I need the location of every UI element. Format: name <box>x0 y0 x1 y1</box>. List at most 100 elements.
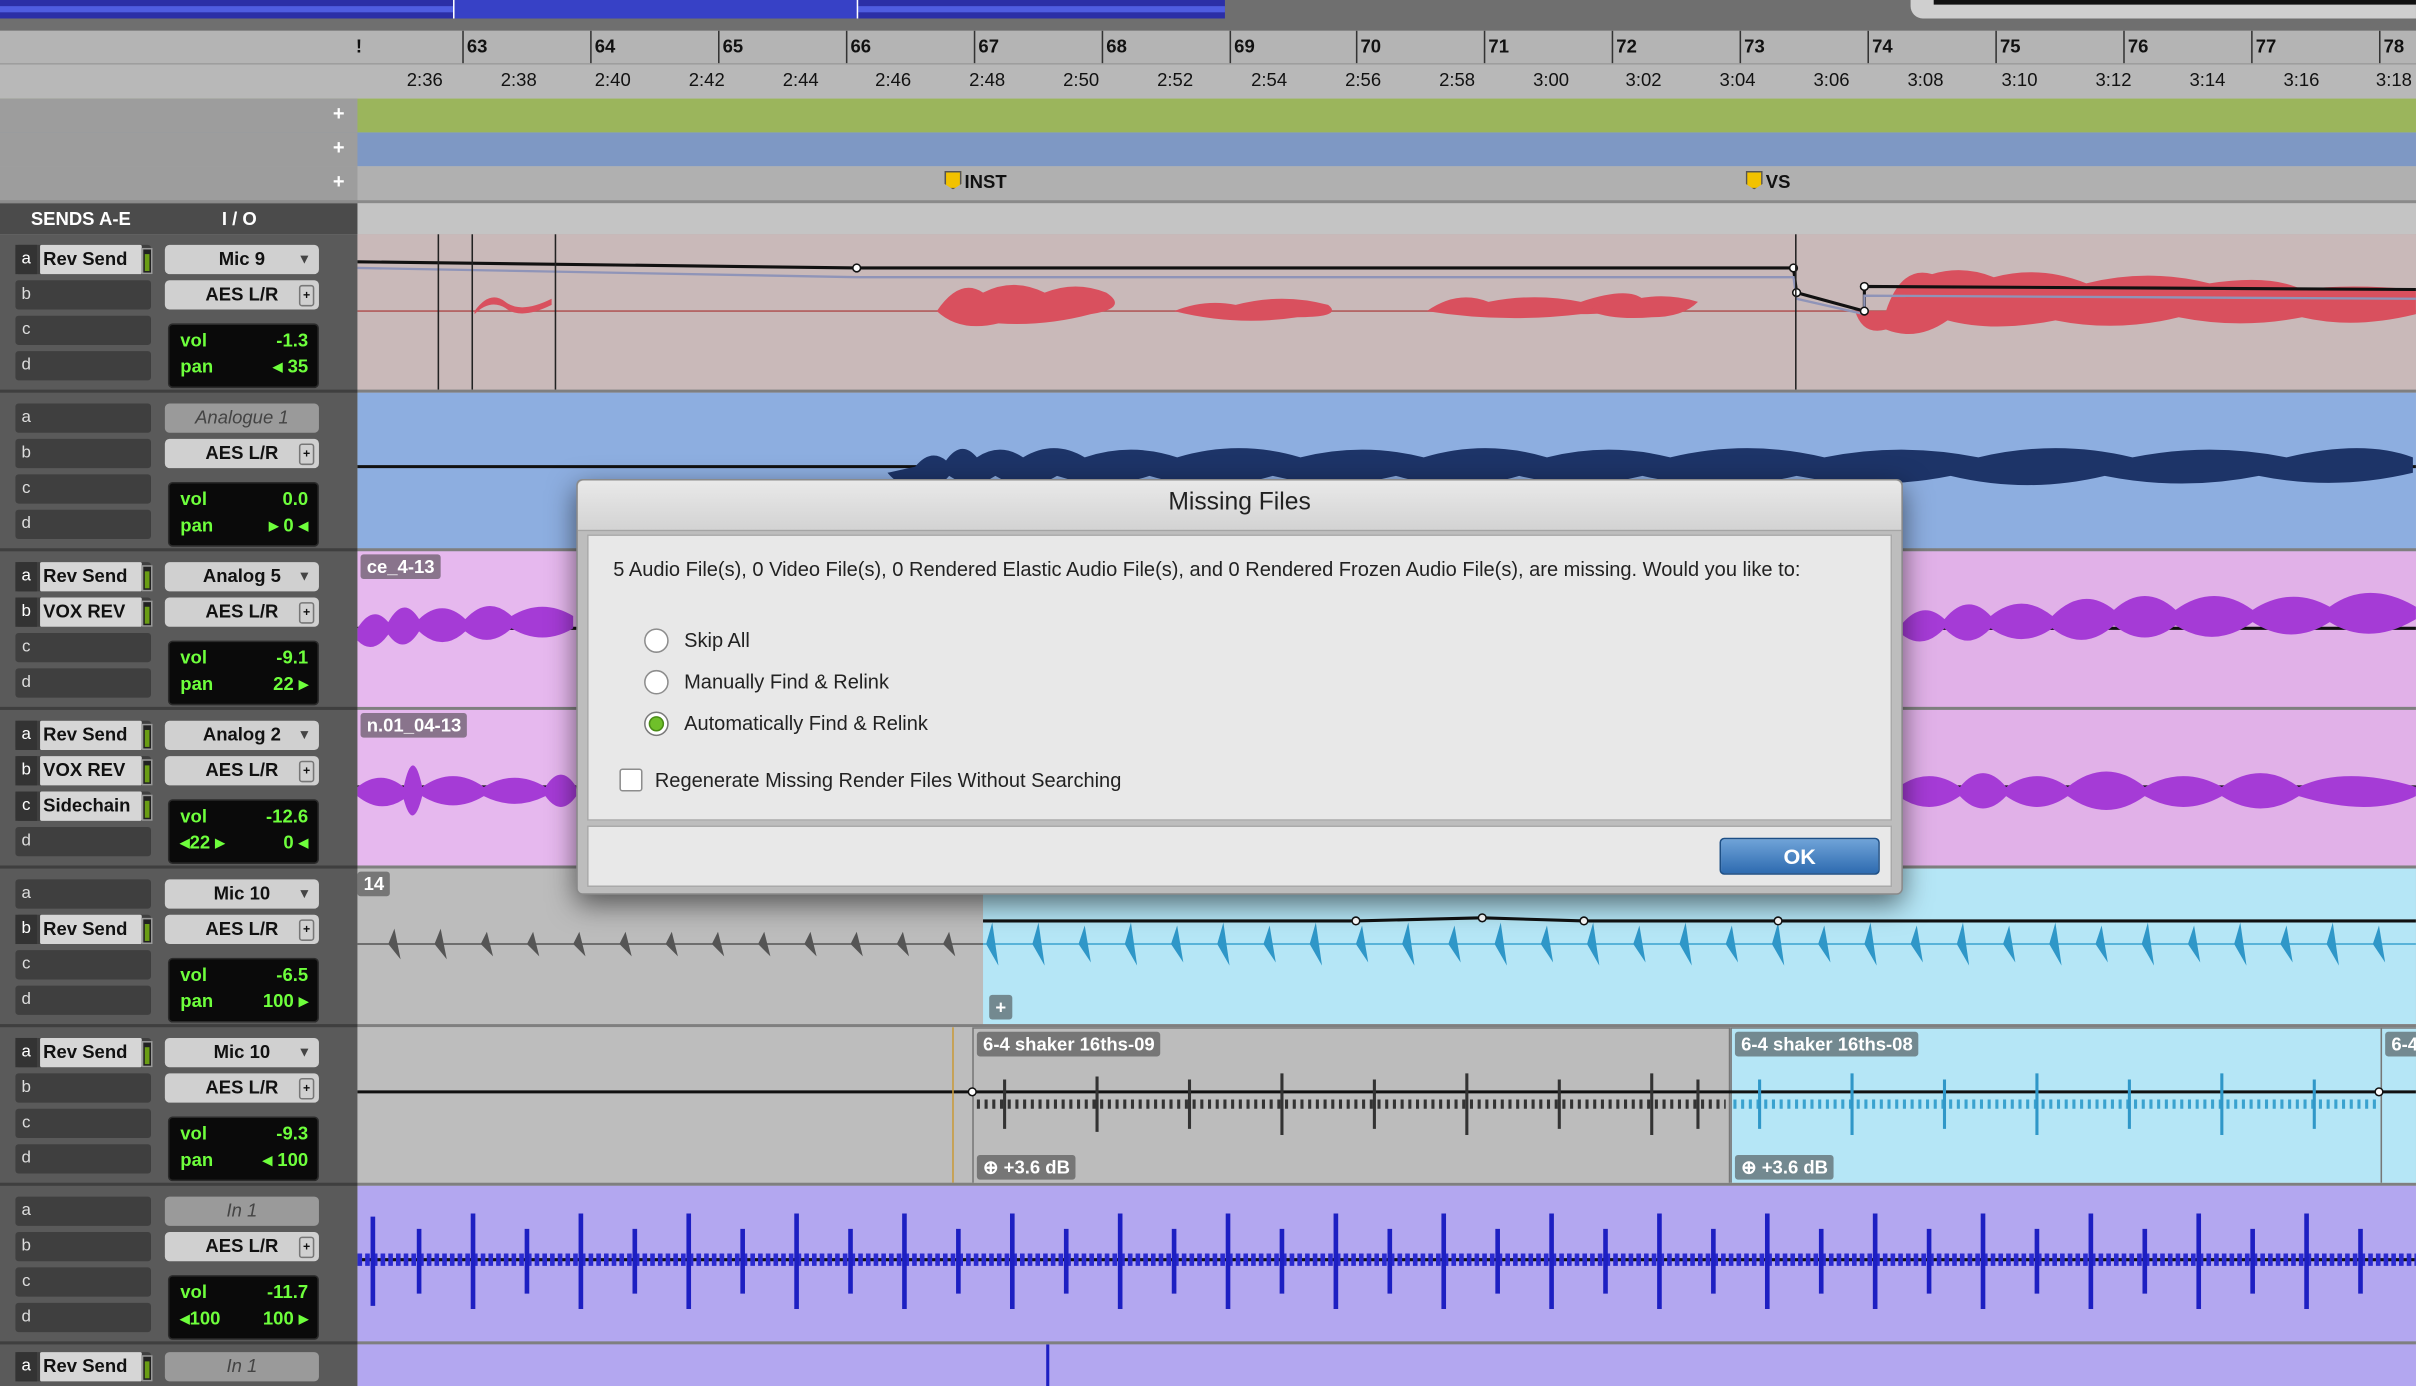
send-b[interactable]: b VOX REV <box>15 597 153 627</box>
send-a[interactable]: a Rev Send <box>15 1352 153 1382</box>
tempo-lane[interactable]: + <box>0 98 2416 134</box>
pan-value[interactable]: ◂ 100 <box>263 1149 308 1171</box>
output-selector[interactable]: AES L/R + <box>164 914 319 945</box>
send-d[interactable]: d <box>15 668 151 698</box>
input-selector[interactable]: Analogue 1 <box>164 403 319 433</box>
send-b[interactable]: b Rev Send <box>15 914 153 945</box>
marker-inst[interactable]: INST <box>944 170 1007 193</box>
pan-value[interactable]: 100 ▸ <box>263 990 308 1012</box>
vol-value[interactable]: -6.5 <box>276 964 308 986</box>
meter-lane[interactable]: + <box>0 132 2416 168</box>
regenerate-checkbox-label[interactable]: Regenerate Missing Render Files Without … <box>655 768 1122 791</box>
pan-right-value[interactable]: 0 ◂ <box>283 832 308 854</box>
send-letter: c <box>21 320 31 339</box>
send-c[interactable]: c <box>15 632 151 663</box>
pan-value[interactable]: 22 ▸ <box>273 673 308 695</box>
pan-right-value[interactable]: 100 ▸ <box>263 1307 308 1329</box>
pan-value[interactable]: ▸ 0 ◂ <box>269 514 308 536</box>
output-selector[interactable]: AES L/R + <box>164 1073 319 1103</box>
add-lane-icon[interactable]: + <box>333 102 345 125</box>
pan-left-value[interactable]: ◂22 ▸ <box>180 832 224 854</box>
bars-ruler[interactable]: ! 63 64 65 66 67 68 69 70 71 72 73 74 75… <box>0 30 2416 65</box>
input-selector[interactable]: In 1 <box>164 1196 319 1226</box>
clip-gain-icon[interactable]: + <box>989 994 1013 1020</box>
input-selector[interactable]: Analog 5 ▼ <box>164 562 319 592</box>
output-selector[interactable]: AES L/R + <box>164 756 319 786</box>
vol-pan-display[interactable]: vol -11.7 ◂100 100 ▸ <box>167 1275 319 1340</box>
send-d[interactable]: d <box>15 351 151 381</box>
track-8-controls: a Rev Send In 1 <box>0 1344 357 1386</box>
send-a[interactable]: a Rev Send <box>15 720 153 750</box>
output-selector[interactable]: AES L/R + <box>164 597 319 627</box>
vol-pan-display[interactable]: vol -9.3 pan ◂ 100 <box>167 1116 319 1182</box>
minsecs-ruler[interactable]: 2:36 2:38 2:40 2:42 2:44 2:46 2:48 2:50 … <box>0 64 2416 99</box>
add-lane-icon[interactable]: + <box>333 136 345 159</box>
input-selector[interactable]: Analog 2 ▼ <box>164 720 319 750</box>
send-b[interactable]: b <box>15 1232 151 1262</box>
bar-tick: 68 <box>1106 35 1127 57</box>
radio-skip-all[interactable] <box>644 628 669 653</box>
input-selector[interactable]: Mic 9 ▼ <box>164 244 319 275</box>
output-selector[interactable]: AES L/R + <box>164 1232 319 1262</box>
session-overview[interactable] <box>0 0 2416 31</box>
track-7-lane[interactable] <box>357 1185 2416 1345</box>
output-selector[interactable]: AES L/R + <box>164 438 319 469</box>
add-lane-icon[interactable]: + <box>333 169 345 192</box>
send-d[interactable]: d <box>15 985 151 1015</box>
send-d[interactable]: d <box>15 509 151 539</box>
send-c[interactable]: c <box>15 315 151 345</box>
send-c[interactable]: c <box>15 474 151 504</box>
send-b[interactable]: b <box>15 280 151 310</box>
track-1-lane[interactable] <box>357 234 2416 393</box>
send-a[interactable]: a Rev Send <box>15 244 153 275</box>
send-a[interactable]: a <box>15 403 151 433</box>
markers-lane[interactable]: + INST VS <box>0 166 2416 204</box>
send-c[interactable]: c <box>15 1108 151 1139</box>
send-d[interactable]: d <box>15 826 151 857</box>
send-a[interactable]: a <box>15 1196 151 1226</box>
vol-pan-display[interactable]: vol -9.1 pan 22 ▸ <box>167 640 319 706</box>
vol-pan-display[interactable]: vol -6.5 pan 100 ▸ <box>167 957 319 1023</box>
vol-value[interactable]: -12.6 <box>266 805 308 827</box>
input-selector[interactable]: Mic 10 ▼ <box>164 879 319 909</box>
send-c[interactable]: c <box>15 950 151 980</box>
radio-skip-all-label[interactable]: Skip All <box>684 628 750 651</box>
input-label: In 1 <box>226 1199 258 1222</box>
pan-left-value[interactable]: ◂100 <box>180 1307 220 1329</box>
radio-manual-relink-label[interactable]: Manually Find & Relink <box>684 670 889 693</box>
marker-vs[interactable]: VS <box>1745 170 1790 193</box>
radio-auto-relink-label[interactable]: Automatically Find & Relink <box>684 711 928 734</box>
send-c[interactable]: c <box>15 1267 151 1297</box>
ok-button[interactable]: OK <box>1719 837 1880 875</box>
send-c[interactable]: c Sidechain <box>15 791 153 821</box>
send-b[interactable]: b <box>15 438 151 469</box>
send-a[interactable]: a <box>15 879 151 909</box>
vol-value[interactable]: -9.1 <box>276 647 308 669</box>
input-selector[interactable]: In 1 <box>164 1352 319 1382</box>
send-a[interactable]: a Rev Send <box>15 562 153 592</box>
waveform <box>357 260 2416 335</box>
output-selector[interactable]: AES L/R + <box>164 280 319 310</box>
vol-pan-display[interactable]: vol -1.3 pan ◂ 35 <box>167 323 319 389</box>
track-8-lane[interactable] <box>357 1344 2416 1386</box>
pan-value[interactable]: ◂ 35 <box>273 356 308 378</box>
vol-pan-display[interactable]: vol -12.6 ◂22 ▸ 0 ◂ <box>167 799 319 864</box>
send-d[interactable]: d <box>15 1144 151 1174</box>
send-letter: a <box>15 244 37 275</box>
vol-pan-display[interactable]: vol 0.0 pan ▸ 0 ◂ <box>167 482 319 547</box>
input-selector[interactable]: Mic 10 ▼ <box>164 1037 319 1068</box>
send-b[interactable]: b <box>15 1073 151 1103</box>
radio-auto-relink[interactable] <box>644 711 669 737</box>
vol-value[interactable]: -11.7 <box>267 1281 308 1303</box>
track-6-lane[interactable]: 6-4 shaker 16ths-09 ⊕ +3.6 dB 6-4 shaker… <box>357 1027 2416 1186</box>
radio-manual-relink[interactable] <box>644 669 669 695</box>
send-d[interactable]: d <box>15 1302 151 1333</box>
regenerate-checkbox[interactable] <box>619 768 643 792</box>
time-tick: 3:04 <box>1719 69 1756 91</box>
send-letter: d <box>21 831 31 851</box>
vol-value[interactable]: -1.3 <box>276 330 308 352</box>
send-b[interactable]: b VOX REV <box>15 756 153 786</box>
send-a[interactable]: a Rev Send <box>15 1037 153 1068</box>
vol-value[interactable]: 0.0 <box>282 488 308 510</box>
vol-value[interactable]: -9.3 <box>276 1123 308 1145</box>
